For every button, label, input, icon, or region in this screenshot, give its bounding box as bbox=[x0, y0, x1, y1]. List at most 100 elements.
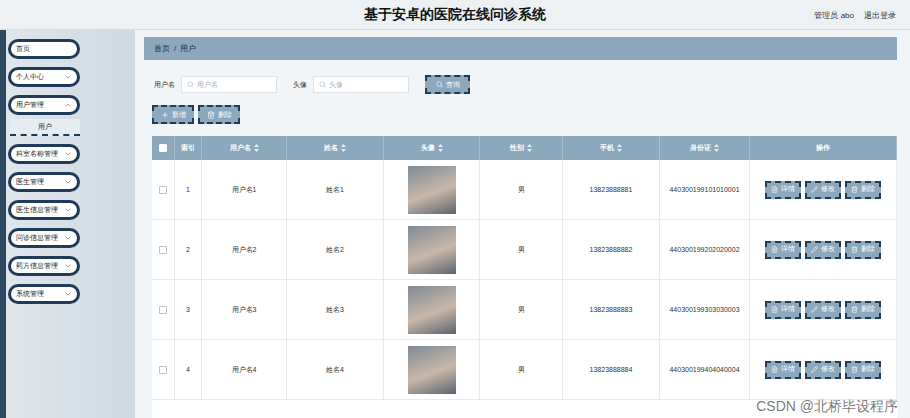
username-cell: 用户名4 bbox=[202, 340, 287, 399]
edit-button[interactable]: 修改 bbox=[805, 301, 841, 319]
search-button[interactable]: 查询 bbox=[425, 75, 470, 94]
sort-icon[interactable] bbox=[341, 144, 346, 152]
search-input[interactable] bbox=[329, 81, 403, 88]
watermark: CSDN @北桥毕设程序 bbox=[756, 398, 898, 416]
search-field[interactable] bbox=[313, 76, 409, 93]
avatar-photo bbox=[408, 226, 456, 274]
chevron-icon[interactable] bbox=[64, 234, 72, 242]
detail-button[interactable]: 详情 bbox=[765, 361, 801, 379]
select-all-checkbox[interactable] bbox=[159, 144, 167, 152]
edit-button[interactable]: 修改 bbox=[805, 361, 841, 379]
plus-icon[interactable] bbox=[161, 111, 169, 119]
breadcrumb-item[interactable]: 用户 bbox=[180, 43, 196, 54]
detail-button[interactable]: 详情 bbox=[765, 301, 801, 319]
edit-button[interactable]: 修改 bbox=[805, 181, 841, 199]
header-cell[interactable]: 身份证 bbox=[660, 136, 750, 160]
detail-button[interactable]: 详情 bbox=[765, 181, 801, 199]
sort-icon[interactable] bbox=[617, 144, 622, 152]
document-icon[interactable] bbox=[771, 246, 778, 253]
name-cell: 姓名2 bbox=[287, 220, 384, 279]
trash-icon[interactable] bbox=[851, 366, 858, 373]
delete-button[interactable]: 删除 bbox=[198, 105, 240, 124]
trash-icon[interactable] bbox=[851, 186, 858, 193]
sidebar-item[interactable]: 医生信息管理 bbox=[8, 200, 80, 220]
sort-icon[interactable] bbox=[714, 144, 719, 152]
body: 首页个人中心用户管理用户科室名称管理医生管理医生信息管理问诊信息管理药方信息管理… bbox=[0, 30, 910, 418]
logout-link[interactable]: 退出登录 bbox=[864, 10, 896, 21]
header-cell[interactable]: 性别 bbox=[480, 136, 563, 160]
sort-icon[interactable] bbox=[254, 144, 259, 152]
search-icon[interactable] bbox=[436, 81, 443, 88]
row-checkbox[interactable] bbox=[159, 366, 167, 374]
app-title: 基于安卓的医院在线问诊系统 bbox=[364, 6, 546, 24]
field-label: 头像 bbox=[293, 80, 307, 90]
chevron-icon[interactable] bbox=[64, 150, 72, 158]
row-checkbox[interactable] bbox=[159, 306, 167, 314]
sort-icon[interactable] bbox=[527, 144, 532, 152]
row-checkbox[interactable] bbox=[159, 246, 167, 254]
phone-cell: 13823888882 bbox=[563, 220, 660, 279]
delete-button[interactable]: 删除 bbox=[845, 241, 881, 259]
field-label: 用户名 bbox=[154, 80, 175, 90]
pencil-icon[interactable] bbox=[811, 186, 818, 193]
header-cell[interactable]: 头像 bbox=[384, 136, 480, 160]
chevron-icon[interactable] bbox=[64, 262, 72, 270]
table-header: 索引用户名姓名头像性别手机身份证操作 bbox=[152, 136, 897, 160]
edit-button[interactable]: 修改 bbox=[805, 241, 841, 259]
pencil-icon[interactable] bbox=[811, 246, 818, 253]
add-button[interactable]: 新增 bbox=[152, 105, 194, 124]
delete-button[interactable]: 删除 bbox=[845, 301, 881, 319]
delete-button[interactable]: 删除 bbox=[845, 181, 881, 199]
actions-cell: 详情修改删除 bbox=[750, 160, 897, 219]
sidebar-item[interactable]: 问诊信息管理 bbox=[8, 228, 80, 248]
breadcrumb-item[interactable]: 首页 bbox=[154, 43, 170, 54]
chevron-icon[interactable] bbox=[64, 290, 72, 298]
sidebar-item[interactable]: 个人中心 bbox=[8, 67, 80, 87]
header-cell bbox=[152, 136, 175, 160]
index-cell: 3 bbox=[175, 280, 202, 339]
avatar-cell bbox=[384, 280, 480, 339]
row-checkbox[interactable] bbox=[159, 186, 167, 194]
pencil-icon[interactable] bbox=[811, 306, 818, 313]
main-content: 首页/用户用户名头像查询新增删除索引用户名姓名头像性别手机身份证操作1用户名1姓… bbox=[135, 30, 910, 418]
chevron-icon[interactable] bbox=[64, 206, 72, 214]
gender-cell: 男 bbox=[480, 220, 563, 279]
table-row: 1用户名1姓名1男13823888881440300199101010001详情… bbox=[152, 160, 897, 220]
checkbox-cell bbox=[152, 160, 175, 219]
header-cell[interactable]: 手机 bbox=[563, 136, 660, 160]
detail-button[interactable]: 详情 bbox=[765, 241, 801, 259]
sidebar-item[interactable]: 医生管理 bbox=[8, 172, 80, 192]
chevron-icon[interactable] bbox=[64, 101, 72, 109]
checkbox-cell bbox=[152, 220, 175, 279]
user-box: 管理员 abo退出登录 bbox=[814, 0, 896, 30]
top-bar: 基于安卓的医院在线问诊系统 管理员 abo退出登录 bbox=[0, 0, 910, 30]
sidebar-subitem[interactable]: 用户 bbox=[10, 119, 80, 136]
delete-button[interactable]: 删除 bbox=[845, 361, 881, 379]
document-icon[interactable] bbox=[771, 366, 778, 373]
sidebar-item[interactable]: 药方信息管理 bbox=[8, 256, 80, 276]
name-cell: 姓名3 bbox=[287, 280, 384, 339]
trash-icon[interactable] bbox=[851, 306, 858, 313]
trash-icon[interactable] bbox=[207, 111, 215, 119]
header-cell[interactable]: 用户名 bbox=[202, 136, 287, 160]
actions-cell: 详情修改删除 bbox=[750, 340, 897, 399]
sidebar-item[interactable]: 科室名称管理 bbox=[8, 144, 80, 164]
sort-icon[interactable] bbox=[438, 144, 443, 152]
sidebar-item[interactable]: 系统管理 bbox=[8, 284, 80, 304]
header-cell[interactable]: 姓名 bbox=[287, 136, 384, 160]
avatar-cell bbox=[384, 220, 480, 279]
actions-cell: 详情修改删除 bbox=[750, 280, 897, 339]
sidebar-item[interactable]: 首页 bbox=[8, 39, 80, 59]
document-icon[interactable] bbox=[771, 186, 778, 193]
chevron-icon[interactable] bbox=[64, 73, 72, 81]
breadcrumb-separator: / bbox=[174, 44, 176, 53]
pencil-icon[interactable] bbox=[811, 366, 818, 373]
sidebar-item[interactable]: 用户管理 bbox=[8, 95, 80, 115]
chevron-icon[interactable] bbox=[64, 178, 72, 186]
search-input[interactable] bbox=[197, 81, 271, 88]
index-cell: 1 bbox=[175, 160, 202, 219]
search-field[interactable] bbox=[181, 76, 277, 93]
id-card-cell: 440300199101010001 bbox=[660, 160, 750, 219]
trash-icon[interactable] bbox=[851, 246, 858, 253]
document-icon[interactable] bbox=[771, 306, 778, 313]
